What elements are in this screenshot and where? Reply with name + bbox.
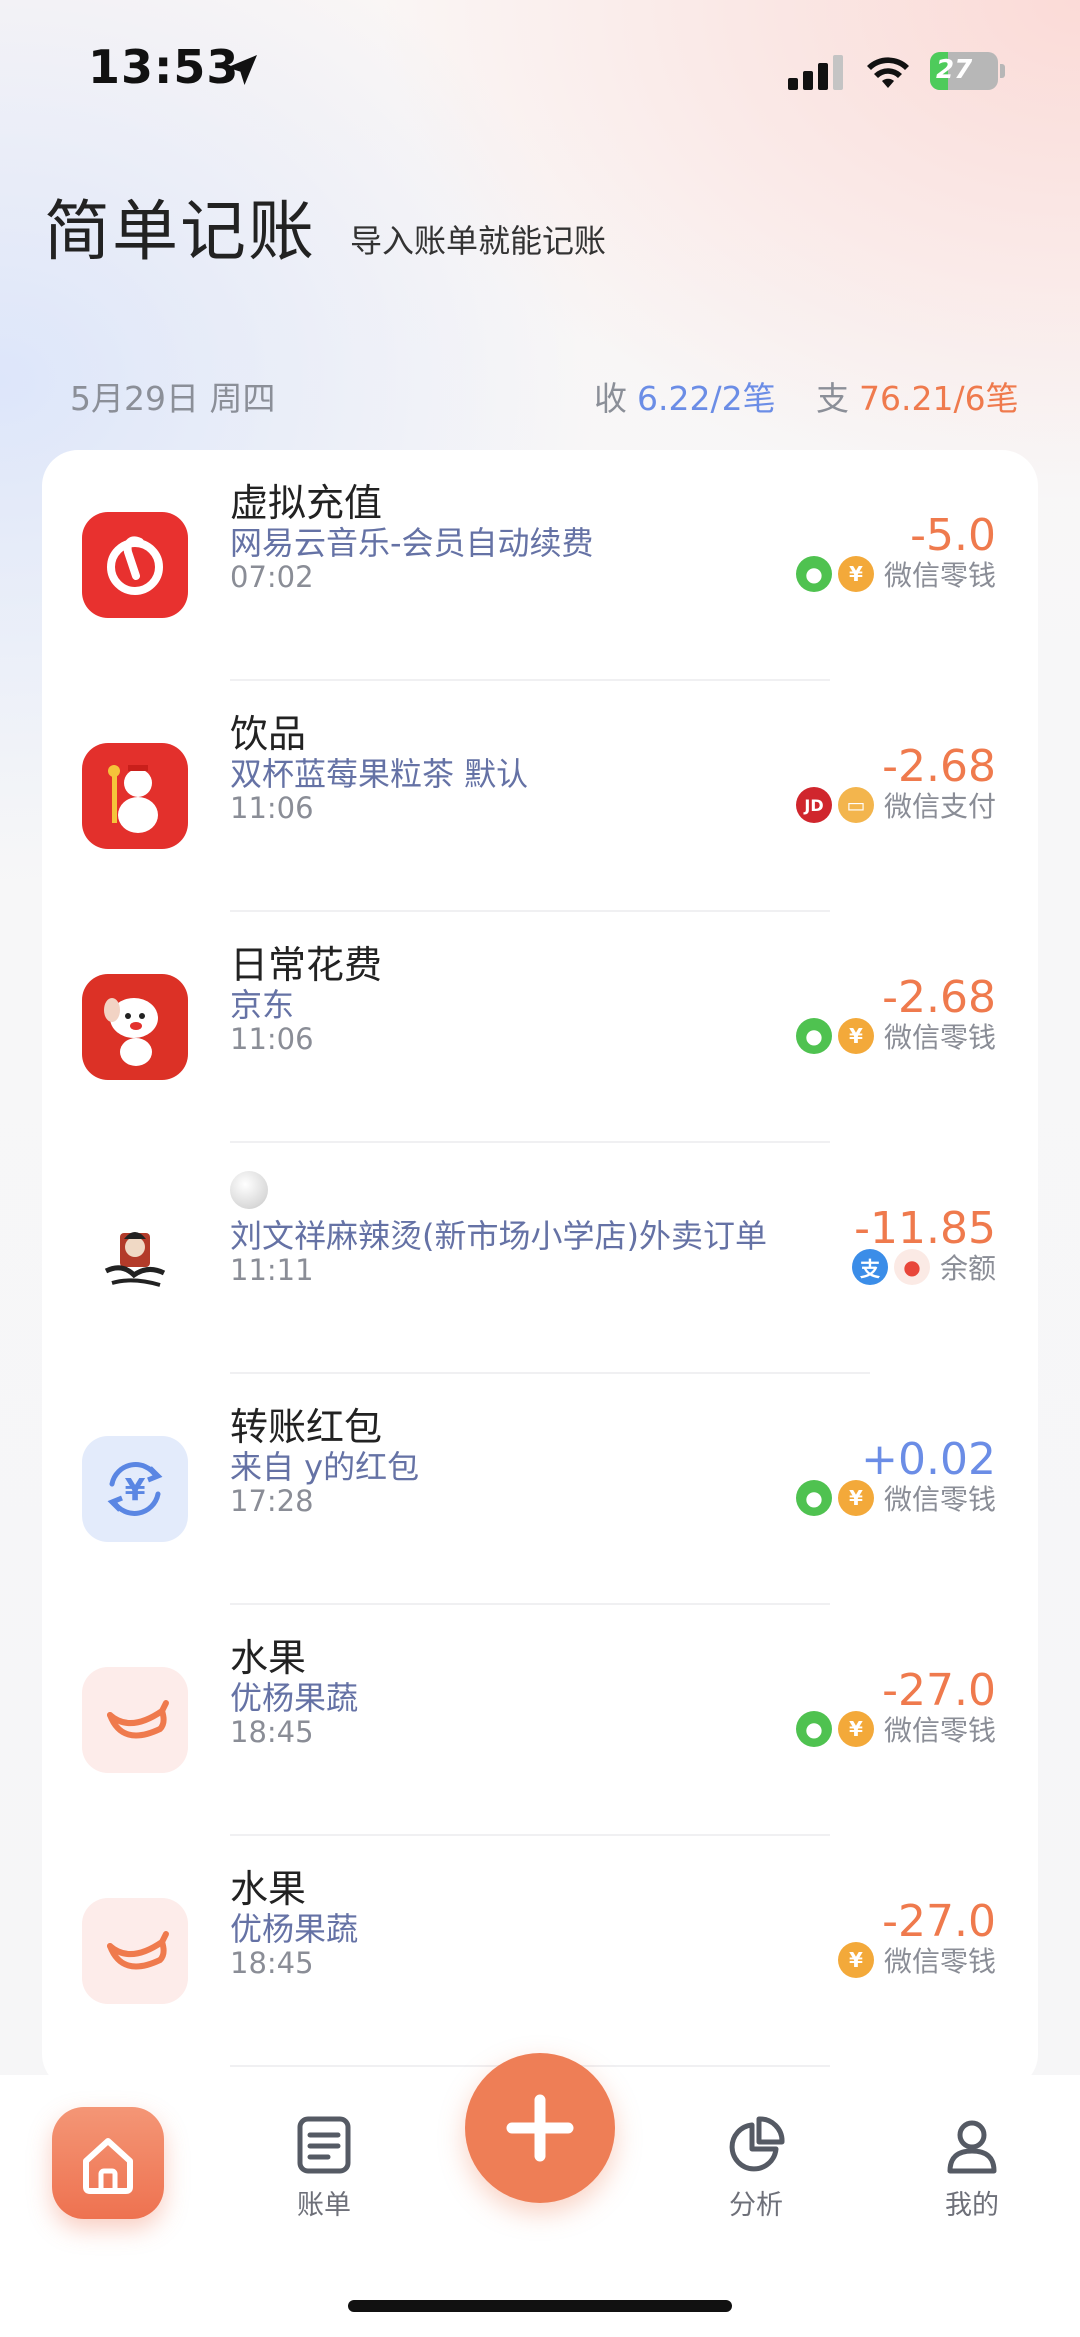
payment-label: 微信零钱	[883, 559, 996, 592]
transaction-time: 17:28	[230, 1484, 314, 1518]
wechat-icon: ●	[795, 556, 832, 592]
payment-method: ● ¥ 微信零钱	[795, 1709, 996, 1749]
user-avatar	[230, 1171, 268, 1209]
transaction-description: 网易云音乐-会员自动续费	[230, 524, 594, 562]
transaction-description: 双杯蓝莓果粒茶 默认	[230, 755, 529, 793]
nav-mine-label: 我的	[945, 2190, 999, 2221]
transaction-description: 来自 y的红包	[230, 1448, 420, 1486]
nav-analysis-label: 分析	[729, 2190, 783, 2221]
transaction-time: 11:06	[230, 791, 314, 825]
transaction-row[interactable]: ¥ 转账红包 来自 y的红包 17:28 +0.02 ● ¥ 微信零钱	[42, 1374, 1038, 1605]
transaction-time: 11:06	[230, 1022, 314, 1056]
payment-label: 微信零钱	[883, 1714, 996, 1747]
payment-method: ● ¥ 微信零钱	[795, 1016, 996, 1056]
app-title: 简单记账	[44, 193, 316, 270]
wechat-change-icon: ¥	[837, 1711, 874, 1747]
transaction-time: 18:45	[230, 1946, 314, 1980]
home-icon	[83, 2138, 133, 2194]
payment-label: 微信零钱	[883, 1483, 996, 1516]
transaction-description: 优杨果蔬	[230, 1910, 359, 1948]
nav-mine-button[interactable]: 我的	[912, 2115, 1032, 2222]
transaction-time: 07:02	[230, 560, 314, 594]
jd-icon: JD	[795, 787, 832, 823]
banana-icon	[82, 1898, 188, 2004]
plus-icon	[506, 2094, 574, 2162]
expense-value: 76.21/6笔	[859, 379, 1019, 418]
transaction-row[interactable]: 饮品 双杯蓝莓果粒茶 默认 11:06 -2.68 JD ▭ 微信支付	[42, 681, 1038, 912]
app-subtitle: 导入账单就能记账	[350, 222, 607, 260]
svg-text:¥: ¥	[125, 1473, 146, 1508]
transaction-row[interactable]: 水果 优杨果蔬 18:45 -27.0 ● ¥ 微信零钱	[42, 1605, 1038, 1836]
add-transaction-button[interactable]	[465, 2053, 615, 2203]
nav-bills-button[interactable]: 账单	[264, 2115, 384, 2222]
jd-dog-icon	[82, 974, 188, 1080]
status-bar: 13:53 27	[0, 0, 1080, 140]
wechat-change-icon: ¥	[837, 1018, 874, 1054]
payment-label: 余额	[939, 1252, 996, 1285]
netease-music-icon	[82, 512, 188, 618]
banana-icon	[82, 1667, 188, 1773]
transaction-time: 11:11	[230, 1253, 314, 1287]
transaction-row[interactable]: 刘文祥麻辣烫(新市场小学店)外卖订单 11:11 -11.85 支 ● 余额	[42, 1143, 1038, 1374]
battery-percentage: 27	[936, 55, 973, 85]
day-expense-summary: 支 76.21/6笔	[816, 372, 1019, 420]
transaction-row[interactable]: 水果 优杨果蔬 18:45 -27.0 ¥ 微信零钱	[42, 1836, 1038, 2067]
transaction-list: 虚拟充值 网易云音乐-会员自动续费 07:02 -5.0 ● ¥ 微信零钱 饮品…	[42, 450, 1038, 2090]
user-icon	[947, 2120, 997, 2174]
mixue-icon	[82, 743, 188, 849]
income-label: 收	[594, 379, 627, 418]
alipay-icon: 支	[851, 1249, 888, 1285]
payment-method: ● ¥ 微信零钱	[795, 554, 996, 594]
location-arrow-icon	[227, 55, 257, 85]
transaction-row[interactable]: 虚拟充值 网易云音乐-会员自动续费 07:02 -5.0 ● ¥ 微信零钱	[42, 450, 1038, 681]
expense-label: 支	[816, 379, 849, 418]
battery-indicator: 27	[930, 52, 1006, 90]
payment-label: 微信支付	[883, 790, 996, 823]
payment-method: 支 ● 余额	[851, 1247, 996, 1287]
income-value: 6.22/2笔	[637, 379, 776, 418]
transaction-row[interactable]: 日常花费 京东 11:06 -2.68 ● ¥ 微信零钱	[42, 912, 1038, 1143]
payment-method: ● ¥ 微信零钱	[795, 1478, 996, 1518]
day-date-label: 5月29日 周四	[70, 379, 276, 418]
payment-method: ¥ 微信零钱	[837, 1940, 996, 1980]
home-indicator	[348, 2300, 732, 2312]
status-time: 13:53	[88, 40, 240, 94]
wechat-change-icon: ¥	[837, 1942, 874, 1978]
wechat-icon: ●	[795, 1018, 832, 1054]
nav-home-button[interactable]	[52, 2107, 164, 2219]
yuan-transfer-icon: ¥	[82, 1436, 188, 1542]
payment-label: 微信零钱	[883, 1021, 996, 1054]
transaction-description: 京东	[230, 986, 295, 1024]
wechat-pay-card-icon: ▭	[837, 787, 874, 823]
wechat-change-icon: ¥	[837, 556, 874, 592]
balance-icon: ●	[893, 1249, 930, 1285]
wifi-icon	[867, 57, 909, 88]
payment-method: JD ▭ 微信支付	[795, 785, 996, 825]
bottom-nav: 账单 分析 我的	[0, 2053, 1080, 2337]
nav-bills-label: 账单	[297, 2190, 351, 2221]
nav-analysis-button[interactable]: 分析	[696, 2115, 816, 2222]
payment-label: 微信零钱	[883, 1945, 996, 1978]
wechat-change-icon: ¥	[837, 1480, 874, 1516]
transaction-description: 优杨果蔬	[230, 1679, 359, 1717]
liuwenxiang-logo-icon	[82, 1205, 188, 1311]
bills-icon	[297, 2116, 351, 2174]
wechat-icon: ●	[795, 1711, 832, 1747]
transaction-time: 18:45	[230, 1715, 314, 1749]
pie-chart-icon	[729, 2116, 785, 2172]
transaction-description: 刘文祥麻辣烫(新市场小学店)外卖订单	[230, 1217, 767, 1255]
wechat-icon: ●	[795, 1480, 832, 1516]
day-income-summary: 收 6.22/2笔	[594, 372, 776, 420]
cellular-signal-icon	[788, 55, 843, 90]
